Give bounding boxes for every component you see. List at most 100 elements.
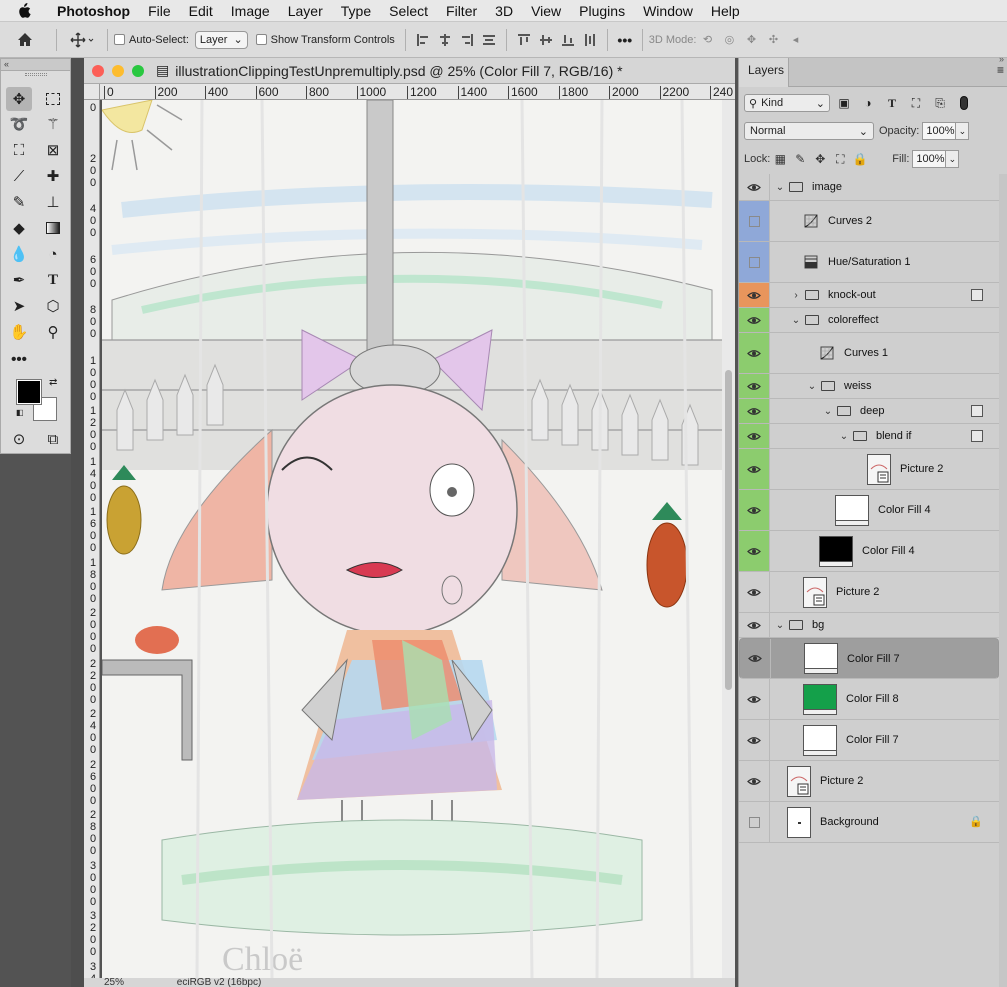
magic-wand-tool-icon[interactable]: ⚚	[40, 112, 66, 136]
eye-icon[interactable]	[739, 761, 770, 801]
filter-type-icon[interactable]: T	[882, 94, 902, 112]
layer-row[interactable]: ⌄ coloreffect	[739, 308, 999, 333]
default-colors-icon[interactable]: ◧	[16, 408, 24, 417]
zoom-level[interactable]: 25%	[104, 978, 124, 987]
chevron-down-icon[interactable]: ⌄	[791, 315, 801, 326]
foreground-color-swatch[interactable]	[16, 379, 42, 405]
layer-thumbnail[interactable]	[867, 453, 891, 485]
layer-thumbnail[interactable]	[803, 576, 827, 608]
eye-icon[interactable]	[740, 639, 771, 678]
panel-menu-icon[interactable]: ≡	[997, 63, 1004, 77]
menu-type[interactable]: Type	[332, 0, 380, 22]
tab-layers[interactable]: Layers	[739, 58, 789, 87]
swap-colors-icon[interactable]: ⇄	[49, 377, 57, 388]
eye-icon[interactable]	[739, 531, 770, 571]
menu-view[interactable]: View	[522, 0, 570, 22]
quick-mask-icon[interactable]: ⊙	[6, 427, 32, 451]
move-tool-icon[interactable]: ✥	[6, 87, 32, 111]
chevron-down-icon[interactable]: ⌄	[839, 431, 849, 442]
fill-thumbnail[interactable]	[803, 683, 837, 715]
fill-dropdown[interactable]: ⌄	[946, 150, 960, 168]
menu-filter[interactable]: Filter	[437, 0, 486, 22]
opacity-dropdown[interactable]: ⌄	[956, 122, 970, 140]
lock-position-icon[interactable]: ✥	[810, 150, 830, 168]
visibility-off-box[interactable]	[739, 201, 770, 241]
shape-tool-icon[interactable]: ⬡	[40, 294, 66, 318]
chevron-down-icon[interactable]: ⌄	[823, 406, 833, 417]
align-hcenter-icon[interactable]	[434, 29, 456, 51]
crop-tool-icon[interactable]: ⛶	[6, 138, 32, 162]
vertical-ruler[interactable]: 0 2 0 0 4 0 0 6 0 0 8 0 0 1 0 0 0 1 2 0 0 1 4 0…	[84, 100, 100, 978]
type-tool-icon[interactable]: T	[40, 268, 66, 292]
eye-icon[interactable]	[739, 399, 770, 423]
fill-thumbnail[interactable]	[835, 494, 869, 526]
healing-brush-tool-icon[interactable]: ✚	[40, 164, 66, 188]
canvas-artwork[interactable]: Chloë	[102, 100, 722, 978]
hand-tool-icon[interactable]: ✋	[6, 320, 32, 344]
menu-help[interactable]: Help	[702, 0, 749, 22]
gradient-tool-icon[interactable]	[40, 216, 66, 240]
toolbox-collapse-icon[interactable]: «	[1, 59, 70, 71]
menu-plugins[interactable]: Plugins	[570, 0, 634, 22]
layers-scrollbar[interactable]	[999, 174, 1007, 987]
dodge-tool-icon[interactable]: ◔	[40, 242, 66, 266]
3d-orbit-icon[interactable]: ⟲	[696, 29, 718, 51]
3d-pan-icon[interactable]: ✥	[740, 29, 762, 51]
align-vcenter-icon[interactable]	[535, 29, 557, 51]
ruler-origin[interactable]	[84, 84, 100, 100]
fill-thumbnail[interactable]	[819, 535, 853, 567]
lock-image-icon[interactable]: ✎	[790, 150, 810, 168]
fill-input[interactable]: 100%	[912, 150, 947, 168]
eraser-tool-icon[interactable]: ◆	[6, 216, 32, 240]
horizontal-ruler[interactable]: 0 200 400 600 800 1000 1200 1400 1600 1800 2000 220…	[100, 84, 735, 100]
frame-tool-icon[interactable]: ⊠	[40, 138, 66, 162]
zoom-tool-icon[interactable]: ⚲	[40, 320, 66, 344]
layer-row[interactable]: ⌄ blend if	[739, 424, 999, 449]
minimize-icon[interactable]	[112, 64, 124, 77]
auto-select-dropdown[interactable]: Layer ⌄	[194, 30, 248, 49]
lasso-tool-icon[interactable]: ➰	[6, 112, 32, 136]
layer-thumbnail[interactable]	[787, 765, 811, 797]
menu-3d[interactable]: 3D	[486, 0, 522, 22]
3d-roll-icon[interactable]: ◎	[718, 29, 740, 51]
screen-mode-icon[interactable]: ⧉	[40, 427, 66, 451]
layer-row[interactable]: › knock-out	[739, 283, 999, 308]
eye-icon[interactable]	[739, 374, 770, 398]
chevron-right-icon[interactable]: ›	[791, 290, 801, 301]
panel-collapse-icon[interactable]: »	[999, 54, 1004, 64]
eye-icon[interactable]	[739, 679, 770, 719]
eye-icon[interactable]	[739, 283, 770, 307]
layer-row[interactable]: ⌄ image	[739, 174, 999, 201]
color-profile[interactable]: eciRGB v2 (16bpc)	[177, 978, 261, 987]
home-icon[interactable]	[0, 28, 50, 52]
chevron-down-icon[interactable]: ⌄	[775, 182, 785, 193]
align-right-icon[interactable]	[456, 29, 478, 51]
close-icon[interactable]	[92, 64, 104, 77]
layer-row[interactable]: Color Fill 8	[739, 679, 999, 720]
eye-icon[interactable]	[739, 424, 770, 448]
more-options-icon[interactable]: •••	[614, 29, 636, 51]
zoom-icon[interactable]	[132, 64, 144, 77]
auto-select-checkbox[interactable]	[114, 34, 125, 45]
align-left-icon[interactable]	[412, 29, 434, 51]
eye-icon[interactable]	[739, 572, 770, 612]
blur-tool-icon[interactable]: 💧	[6, 242, 32, 266]
scrollbar-thumb[interactable]	[725, 370, 732, 690]
eyedropper-tool-icon[interactable]: ⟋	[6, 164, 32, 188]
edit-toolbar-icon[interactable]: •••	[6, 347, 32, 371]
layer-row[interactable]: Background 🔒	[739, 802, 999, 843]
layer-row[interactable]: ⌄ weiss	[739, 374, 999, 399]
fill-thumbnail[interactable]	[803, 724, 837, 756]
eye-icon[interactable]	[739, 490, 770, 530]
chevron-down-icon[interactable]: ⌄	[807, 381, 817, 392]
layer-row[interactable]: ⌄ bg	[739, 613, 999, 638]
visibility-off-box[interactable]	[739, 242, 770, 282]
brush-tool-icon[interactable]: ✎	[6, 190, 32, 214]
align-top-icon[interactable]	[513, 29, 535, 51]
layer-row[interactable]: Curves 1	[739, 333, 999, 374]
apple-menu-icon[interactable]	[0, 0, 48, 22]
layer-thumbnail[interactable]	[787, 806, 811, 838]
menu-file[interactable]: File	[139, 0, 180, 22]
menu-window[interactable]: Window	[634, 0, 702, 22]
3d-scale-icon[interactable]: ◂	[784, 29, 806, 51]
